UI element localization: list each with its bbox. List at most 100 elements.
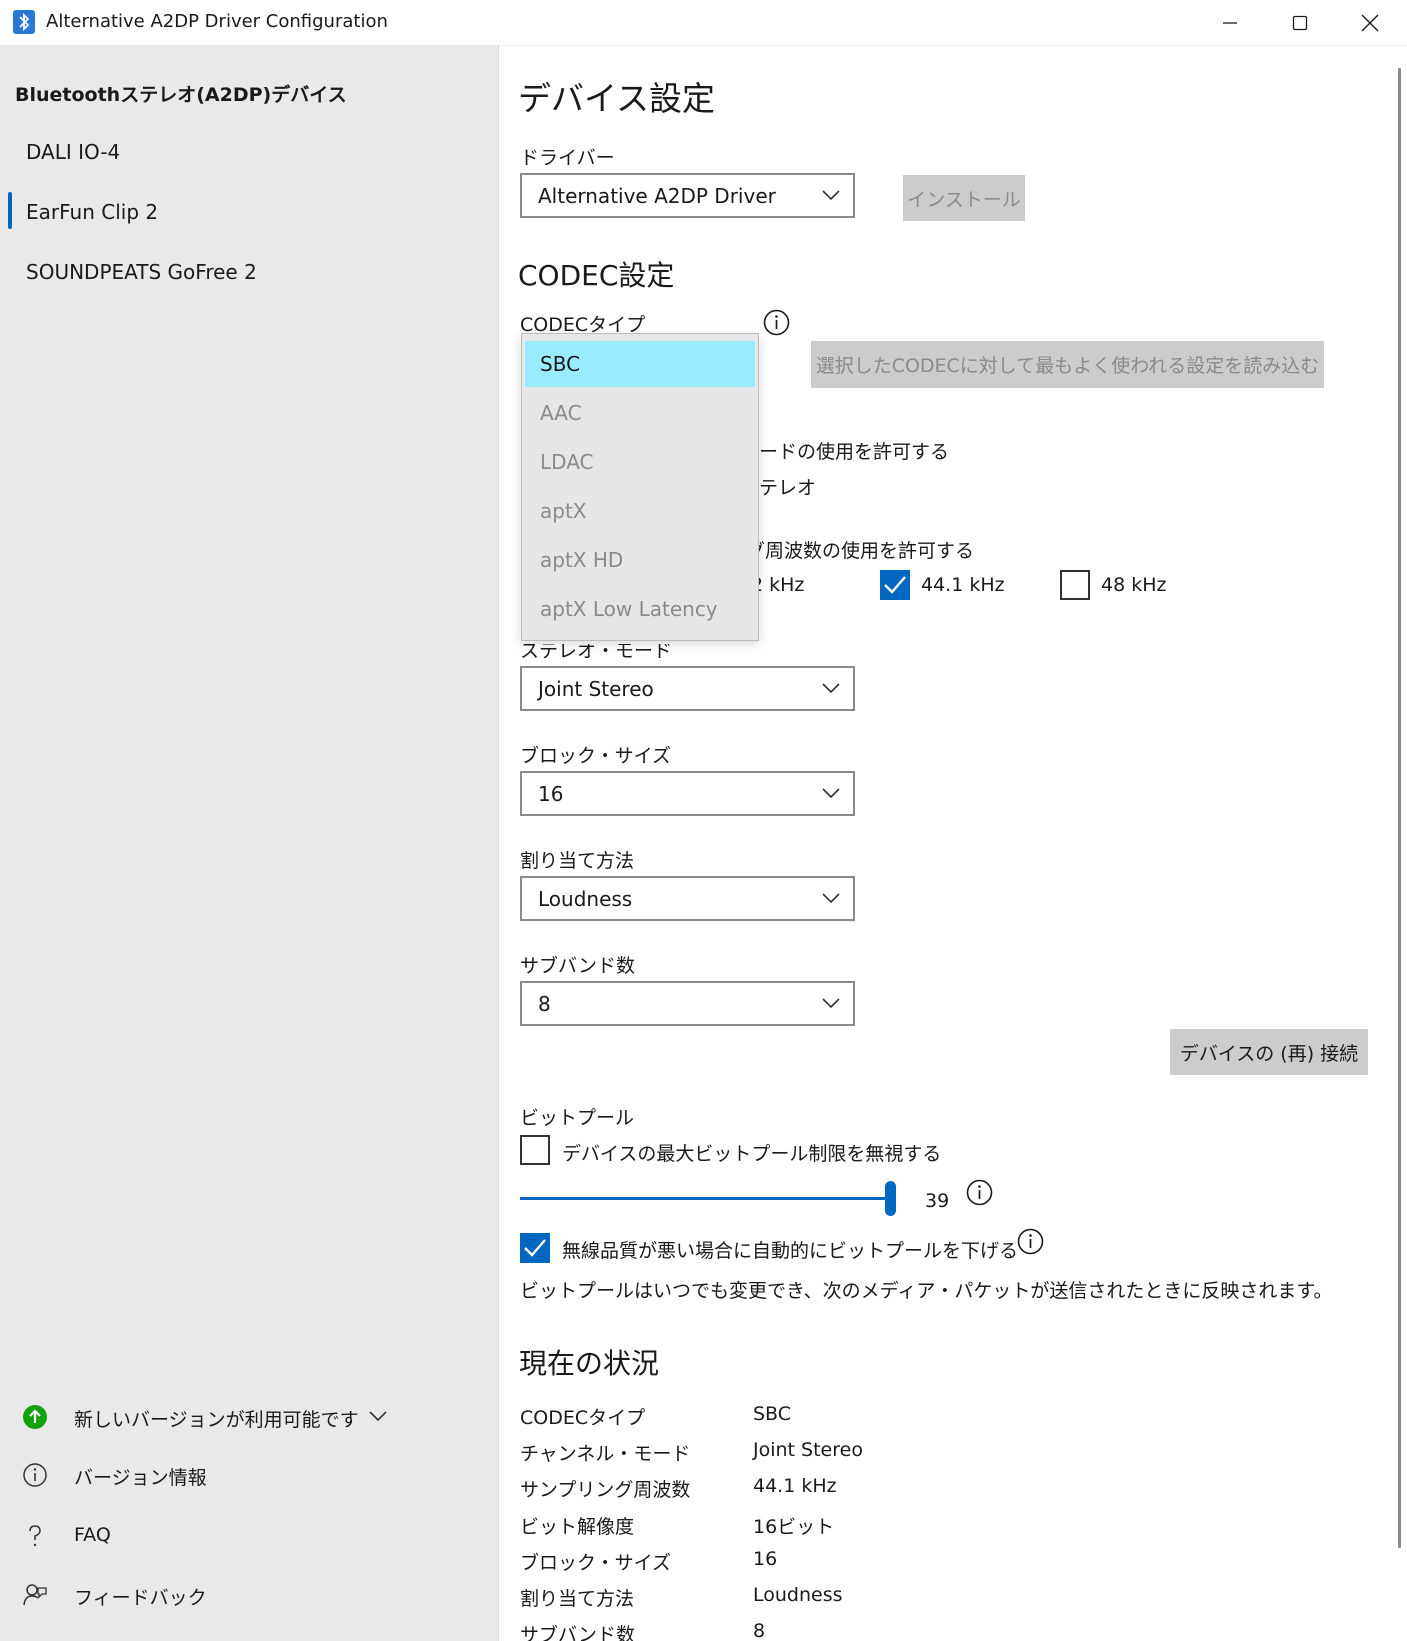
codec-option[interactable]: SBC <box>525 341 755 387</box>
minimize-button[interactable] <box>1195 0 1265 45</box>
scrollbar[interactable] <box>1398 68 1401 1548</box>
status-key: チャンネル・モード <box>520 1443 691 1466</box>
update-available-item[interactable]: 新しいバージョンが利用可能です <box>0 1392 498 1444</box>
sidebar-header: Bluetoothステレオ(A2DP)デバイス <box>15 84 347 106</box>
driver-value: Alternative A2DP Driver <box>538 184 776 208</box>
bitpool-slider-track[interactable] <box>520 1181 896 1216</box>
info-icon <box>23 1463 47 1487</box>
ignore-max-bitpool-label: デバイスの最大ビットプール制限を無視する <box>562 1143 942 1165</box>
checkmark-icon <box>884 576 906 594</box>
codec-option-label: SBC <box>540 352 581 376</box>
maximize-button[interactable] <box>1265 0 1335 45</box>
faq-item[interactable]: FAQ <box>0 1511 498 1563</box>
codec-type-dropdown[interactable]: SBC AAC LDAC aptX aptX HD aptX Low Latency <box>521 333 759 641</box>
feedback-item[interactable]: フィードバック <box>0 1570 498 1622</box>
bitpool-note: ビットプールはいつでも変更でき、次のメディア・パケットが送信されたときに反映され… <box>520 1280 1333 1302</box>
chevron-down-icon <box>822 893 840 904</box>
allow-mode-label-partial: ードの使用を許可する <box>759 441 950 463</box>
current-status-title: 現在の状況 <box>519 1347 660 1380</box>
sidebar-item-label: SOUNDPEATS GoFree 2 <box>26 260 257 284</box>
codec-option[interactable]: aptX Low Latency <box>525 586 755 632</box>
status-key: 割り当て方法 <box>520 1588 635 1610</box>
chevron-down-icon <box>822 998 840 1009</box>
codec-option-label: aptX Low Latency <box>540 597 718 621</box>
allocation-label: 割り当て方法 <box>520 850 635 872</box>
subbands-combobox[interactable]: 8 <box>520 981 855 1026</box>
status-value: SBC <box>753 1403 792 1425</box>
stereo-label-partial: テレオ <box>759 477 817 499</box>
codec-option-label: aptX <box>540 499 587 523</box>
freq-44-1-checkbox[interactable] <box>880 570 910 600</box>
codec-settings-title: CODEC設定 <box>518 259 675 292</box>
close-icon <box>1361 14 1379 31</box>
update-available-label: 新しいバージョンが利用可能です <box>74 1409 359 1431</box>
chevron-down-icon <box>822 683 840 694</box>
chevron-down-icon <box>822 788 840 799</box>
close-button[interactable] <box>1335 0 1405 45</box>
checkmark-icon <box>524 1239 546 1257</box>
codec-option-label: LDAC <box>540 450 594 474</box>
sidebar-item-soundpeats-gofree-2[interactable]: SOUNDPEATS GoFree 2 <box>0 246 498 302</box>
auto-lower-bitpool-label: 無線品質が悪い場合に自動的にビットプールを下げる <box>562 1240 1019 1262</box>
codec-option[interactable]: LDAC <box>525 439 755 485</box>
bitpool-slider-thumb[interactable] <box>885 1181 896 1216</box>
freq-32-label-partial: 2 kHz <box>751 574 805 596</box>
bluetooth-icon <box>13 10 35 34</box>
status-key: サブバンド数 <box>520 1624 635 1641</box>
load-common-settings-button[interactable]: 選択したCODECに対して最もよく使われる設定を読み込む <box>811 341 1324 388</box>
codec-option[interactable]: aptX <box>525 488 755 534</box>
feedback-icon <box>23 1584 47 1606</box>
minimize-icon <box>1223 21 1237 24</box>
feedback-label: フィードバック <box>74 1587 207 1609</box>
window-title: Alternative A2DP Driver Configuration <box>46 11 388 32</box>
codec-option[interactable]: aptX HD <box>525 537 755 583</box>
chevron-down-icon <box>822 190 840 201</box>
status-value: Loudness <box>753 1584 843 1606</box>
status-key: CODECタイプ <box>520 1407 646 1429</box>
maximize-icon <box>1292 15 1308 30</box>
freq-48-checkbox[interactable] <box>1060 570 1090 600</box>
bitpool-label: ビットプール <box>520 1107 635 1129</box>
info-icon[interactable] <box>966 1179 993 1206</box>
status-table: CODECタイプ SBC チャンネル・モード Joint Stereo サンプリング周波… <box>520 1403 1120 1641</box>
subbands-label: サブバンド数 <box>520 955 635 977</box>
update-arrow-icon <box>23 1405 47 1429</box>
allocation-combobox[interactable]: Loudness <box>520 876 855 921</box>
sidebar-item-dali-io-4[interactable]: DALI IO-4 <box>0 126 498 182</box>
status-value: Joint Stereo <box>753 1439 863 1462</box>
faq-label: FAQ <box>74 1524 111 1546</box>
info-icon[interactable] <box>1017 1228 1044 1255</box>
block-size-combobox[interactable]: 16 <box>520 771 855 816</box>
device-settings-title: デバイス設定 <box>518 79 716 118</box>
status-key: ブロック・サイズ <box>520 1551 672 1574</box>
chevron-down-icon <box>369 1411 387 1422</box>
codec-option-label: aptX HD <box>540 548 624 572</box>
codec-option[interactable]: AAC <box>525 390 755 436</box>
allow-freq-label-partial: グ周波数の使用を許可する <box>746 540 975 562</box>
sidebar-item-label: DALI IO-4 <box>26 140 121 164</box>
info-icon[interactable] <box>763 309 790 336</box>
title-bar: Alternative A2DP Driver Configuration <box>0 0 1407 46</box>
bitpool-value: 39 <box>925 1190 950 1212</box>
status-value: 8 <box>753 1620 766 1641</box>
allocation-value: Loudness <box>538 887 633 911</box>
version-info-label: バージョン情報 <box>74 1467 207 1489</box>
status-key: サンプリング周波数 <box>520 1479 691 1502</box>
version-info-item[interactable]: バージョン情報 <box>0 1450 498 1502</box>
reconnect-device-button[interactable]: デバイスの (再) 接続 <box>1170 1029 1368 1075</box>
auto-lower-bitpool-checkbox[interactable] <box>520 1233 550 1263</box>
stereo-mode-value: Joint Stereo <box>538 677 654 701</box>
stereo-mode-combobox[interactable]: Joint Stereo <box>520 666 855 711</box>
driver-label: ドライバー <box>520 147 615 169</box>
sidebar-item-earfun-clip-2[interactable]: EarFun Clip 2 <box>0 186 498 242</box>
driver-combobox[interactable]: Alternative A2DP Driver <box>520 173 855 218</box>
codec-option-label: AAC <box>540 401 582 425</box>
ignore-max-bitpool-checkbox[interactable] <box>520 1135 550 1165</box>
freq-44-1-label: 44.1 kHz <box>921 574 1005 596</box>
freq-48-label: 48 kHz <box>1101 574 1167 596</box>
subbands-value: 8 <box>538 992 551 1016</box>
install-button[interactable]: インストール <box>903 175 1025 221</box>
status-value: 16ビット <box>753 1515 835 1538</box>
status-value: 16 <box>753 1547 778 1570</box>
block-size-value: 16 <box>538 782 564 806</box>
